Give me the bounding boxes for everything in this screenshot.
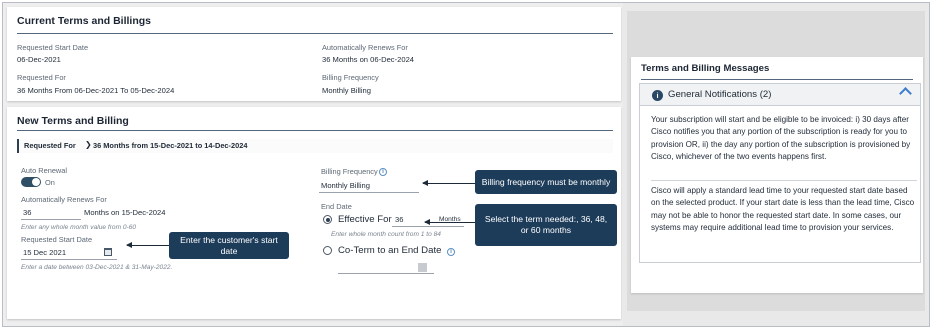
terms-billing-messages-panel: Terms and Billing Messages i General Not… [631, 57, 923, 293]
current-terms-panel: Current Terms and Billings Requested Sta… [7, 7, 621, 101]
renews-for-label: Automatically Renews For [21, 195, 107, 204]
renews-input-underline [21, 219, 81, 220]
co-term-label: Co-Term to an End Date [338, 245, 442, 256]
notification-message-2: Cisco will apply a standard lead time to… [651, 186, 915, 233]
start-date-input[interactable]: 15 Dec 2021 [23, 248, 66, 257]
current-start-value: 06-Dec-2021 [17, 55, 61, 64]
chevron-up-icon[interactable] [899, 87, 912, 100]
arrow-start-date [126, 242, 169, 248]
arrow-term [424, 219, 475, 225]
end-date-label: End Date [321, 202, 352, 211]
chevron-right-icon: ❯ [85, 140, 92, 149]
info-icon: i [652, 90, 663, 101]
general-notifications: i General Notifications (2) Your subscri… [639, 83, 921, 263]
current-renews-value: 36 Months on 06-Dec-2024 [322, 55, 415, 64]
start-date-label: Requested Start Date [21, 235, 93, 244]
new-terms-title: New Terms and Billing [17, 115, 129, 127]
start-date-underline [21, 259, 117, 260]
notification-message-1: Your subscription will start and be elig… [651, 115, 911, 162]
left-column: Current Terms and Billings Requested Sta… [3, 3, 623, 326]
info-icon[interactable]: i [447, 248, 455, 256]
effective-for-input[interactable]: 36 [395, 215, 403, 224]
renews-hint: Enter any whole month value from 0-60 [21, 224, 137, 231]
notifications-header[interactable]: i General Notifications (2) [640, 84, 920, 106]
effective-for-label: Effective For [338, 214, 392, 225]
requested-for-bar: Requested For ❯ 36 Months from 15-Dec-20… [17, 139, 613, 153]
effective-for-hint: Enter whole month count from 1 to 84 [331, 231, 441, 238]
calendar-icon[interactable] [104, 248, 112, 256]
auto-renewal-toggle[interactable] [21, 177, 41, 187]
calendar-icon [418, 263, 427, 272]
current-start-label: Requested Start Date [17, 43, 89, 52]
co-term-date-underline [338, 273, 434, 274]
co-term-radio[interactable] [323, 246, 332, 255]
current-renews-label: Automatically Renews For [322, 43, 408, 52]
current-for-value: 36 Months From 06-Dec-2021 To 05-Dec-202… [17, 86, 175, 95]
current-for-label: Requested For [17, 73, 66, 82]
divider [651, 180, 917, 181]
callout-billing-frequency: Billing frequency must be monthly [475, 170, 617, 194]
requested-for-value: 36 Months from 15-Dec-2021 to 14-Dec-202… [93, 141, 248, 150]
billing-frequency-underline [319, 192, 419, 193]
current-freq-value: Monthly Billing [322, 86, 371, 95]
info-icon[interactable]: i [379, 168, 387, 176]
effective-for-radio[interactable] [323, 215, 332, 224]
window: Current Terms and Billings Requested Sta… [2, 2, 930, 327]
renews-suffix: Months on 15-Dec-2024 [84, 208, 166, 217]
callout-term: Select the term needed:, 36, 48, or 60 m… [475, 204, 617, 246]
new-terms-panel: New Terms and Billing Requested For ❯ 36… [7, 107, 621, 319]
title-rule [641, 79, 913, 80]
current-freq-label: Billing Frequency [322, 73, 379, 82]
notifications-title: General Notifications (2) [668, 89, 772, 100]
billing-frequency-value[interactable]: Monthly Billing [321, 181, 370, 190]
title-rule [17, 33, 613, 34]
effective-for-underline [392, 226, 464, 227]
right-column: Terms and Billing Messages i General Not… [623, 3, 929, 326]
renews-months-input[interactable]: 36 [23, 208, 31, 217]
title-rule [17, 130, 613, 131]
billing-frequency-label: Billing Frequency [321, 167, 378, 176]
arrow-billing [422, 180, 475, 186]
start-date-hint: Enter a date between 03-Dec-2021 & 31-Ma… [21, 264, 173, 271]
auto-renewal-state: On [45, 178, 55, 187]
callout-start-date: Enter the customer's start date [169, 232, 289, 259]
auto-renewal-label: Auto Renewal [21, 166, 68, 175]
messages-title: Terms and Billing Messages [641, 63, 770, 74]
requested-for-label: Requested For [24, 141, 76, 150]
current-terms-title: Current Terms and Billings [17, 15, 151, 27]
